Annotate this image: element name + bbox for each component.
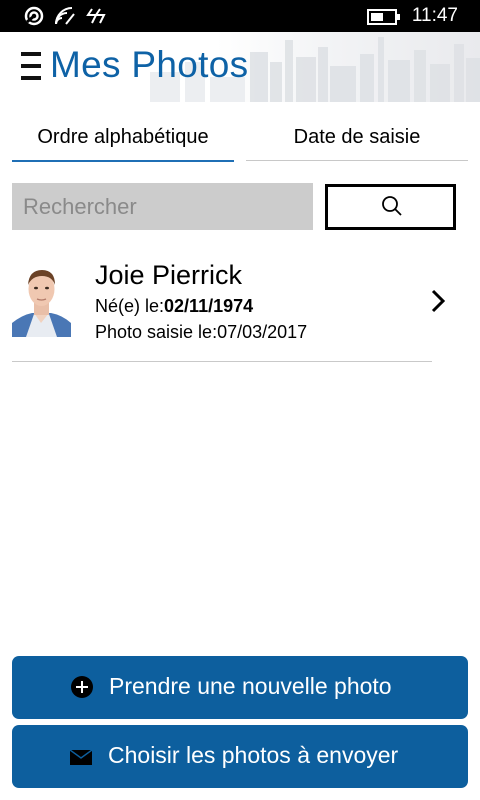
chevron-right-icon[interactable] xyxy=(430,288,446,314)
birth-label: Né(e) le: xyxy=(95,296,165,316)
tab-alphabetical[interactable]: Ordre alphabétique xyxy=(12,118,234,162)
saisie-label: Photo saisie le: xyxy=(95,322,218,342)
choose-photos-button[interactable]: Choisir les photos à envoyer xyxy=(12,725,468,788)
nfc-icon xyxy=(24,6,44,26)
take-photo-button[interactable]: Prendre une nouvelle photo xyxy=(12,656,468,719)
clock: 11:47 xyxy=(411,5,458,26)
add-circle-icon xyxy=(71,676,93,698)
saisie-date-value: 07/03/2017 xyxy=(217,322,308,342)
status-bar: 11:47 xyxy=(0,0,480,32)
photo-saisie-date: Photo saisie le:07/03/2017 xyxy=(95,322,307,343)
avatar xyxy=(12,261,71,337)
birth-date: Né(e) le:02/11/1974 xyxy=(95,296,253,317)
mail-icon xyxy=(70,750,92,765)
birth-date-value: 02/11/1974 xyxy=(164,296,254,316)
battery-icon xyxy=(367,9,400,25)
menu-icon[interactable] xyxy=(21,52,41,80)
choose-photos-label: Choisir les photos à envoyer xyxy=(108,742,399,768)
data-transfer-icon xyxy=(86,8,106,24)
tab-date-saisie[interactable]: Date de saisie xyxy=(246,118,468,161)
page-title: Mes Photos xyxy=(50,44,249,85)
person-name: Joie Pierrick xyxy=(95,260,243,290)
wifi-icon xyxy=(55,7,75,25)
take-photo-label: Prendre une nouvelle photo xyxy=(109,673,392,699)
search-icon xyxy=(382,196,402,216)
app-header: Mes Photos xyxy=(0,32,480,102)
list-item[interactable]: Joie Pierrick Né(e) le:02/11/1974 Photo … xyxy=(12,258,446,362)
search-input[interactable] xyxy=(12,183,313,230)
search-button[interactable] xyxy=(325,184,456,230)
